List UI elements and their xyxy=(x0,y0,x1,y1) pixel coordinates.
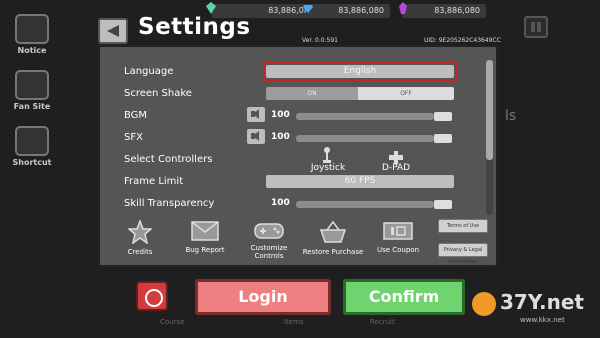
blue-diamond-icon xyxy=(303,5,313,13)
frame-limit-select[interactable]: 60 FPS xyxy=(266,175,454,188)
fansite-icon xyxy=(15,70,49,100)
credits-button[interactable]: Credits xyxy=(120,218,160,256)
terms-of-use-button[interactable]: Terms of Use xyxy=(438,219,488,233)
screen-shake-on-toggle[interactable]: ON xyxy=(266,87,358,100)
notice-label: Notice xyxy=(17,46,47,55)
fansite-label: Fan Site xyxy=(13,102,51,111)
sfx-value: 100 xyxy=(271,132,290,142)
bgm-label: BGM xyxy=(124,110,148,121)
version-label: Ver. 0.0.591 xyxy=(302,37,338,44)
bgm-slider-knob[interactable] xyxy=(434,112,452,121)
chat-icon xyxy=(15,126,49,156)
watermark-logo-icon xyxy=(472,292,496,316)
currency-blue-value: 83,886,080 xyxy=(338,6,384,15)
uid-label: UID: 9E205262C43649CC xyxy=(424,37,501,44)
shortcut-label: Shortcut xyxy=(12,158,52,167)
language-label: Language xyxy=(124,66,174,77)
pause-icon xyxy=(524,16,548,38)
gamepad-icon xyxy=(254,223,284,239)
bgm-speaker-icon[interactable] xyxy=(247,107,265,122)
shortcut-shortcut: Shortcut xyxy=(8,126,56,167)
sfx-speaker-icon[interactable] xyxy=(247,129,265,144)
back-button[interactable] xyxy=(98,18,128,44)
screen-shake-label: Screen Shake xyxy=(124,88,192,99)
background-text: ls xyxy=(505,108,517,124)
use-coupon-button[interactable]: Use Coupon xyxy=(372,220,424,254)
skill-transparency-label: Skill Transparency xyxy=(124,198,215,209)
background-tab-course: Course xyxy=(160,318,185,326)
green-gem-icon xyxy=(206,2,216,14)
currency-purple: 83,886,080 xyxy=(402,4,486,18)
sfx-slider[interactable] xyxy=(296,135,434,142)
page-title: Settings xyxy=(138,14,251,40)
bgm-value: 100 xyxy=(271,110,290,120)
star-icon xyxy=(126,218,154,245)
dpad-option[interactable]: D-PAD xyxy=(374,163,418,173)
skill-transparency-knob[interactable] xyxy=(434,200,452,209)
bgm-slider[interactable] xyxy=(296,113,434,120)
skill-transparency-value: 100 xyxy=(271,198,290,208)
confirm-button[interactable]: Confirm xyxy=(343,279,465,315)
power-button[interactable] xyxy=(136,281,168,311)
restore-purchase-label: Restore Purchase xyxy=(302,248,364,256)
skill-transparency-slider[interactable] xyxy=(296,201,434,208)
coupon-icon xyxy=(383,222,413,240)
bug-report-button[interactable]: Bug Report xyxy=(180,220,230,254)
sfx-label: SFX xyxy=(124,132,143,143)
scrollbar-thumb[interactable] xyxy=(486,60,493,160)
use-coupon-label: Use Coupon xyxy=(376,246,420,254)
envelope-icon xyxy=(191,221,219,241)
purple-crystal-icon xyxy=(399,2,407,14)
joystick-option[interactable]: Joystick xyxy=(306,163,350,173)
bug-report-label: Bug Report xyxy=(185,246,225,254)
frame-limit-label: Frame Limit xyxy=(124,176,184,187)
privacy-button[interactable]: Privacy & Legal Information xyxy=(438,243,488,265)
select-controllers-label: Select Controllers xyxy=(124,154,213,165)
currency-purple-value: 83,886,080 xyxy=(434,6,480,15)
screen-shake-off-toggle[interactable]: OFF xyxy=(358,87,454,100)
watermark-subtext: www.kkx.net xyxy=(520,316,565,324)
joystick-icon[interactable] xyxy=(322,147,332,163)
login-button[interactable]: Login xyxy=(195,279,331,315)
sfx-slider-knob[interactable] xyxy=(434,134,452,143)
currency-blue: 83,886,080 xyxy=(306,4,390,18)
basket-icon xyxy=(319,220,347,243)
customize-controls-label: Customize Controls xyxy=(250,244,288,260)
notice-icon xyxy=(15,14,49,44)
notice-shortcut: Notice xyxy=(8,14,56,55)
credits-label: Credits xyxy=(127,248,153,256)
customize-controls-button[interactable]: Customize Controls xyxy=(244,222,294,260)
language-select-highlight xyxy=(263,61,458,82)
watermark-text: 37Y.net xyxy=(500,290,584,314)
restore-purchase-button[interactable]: Restore Purchase xyxy=(300,220,366,256)
fansite-shortcut: Fan Site xyxy=(8,70,56,111)
background-tab-recruit: Recruit xyxy=(370,318,395,326)
background-tab-items: Items xyxy=(284,318,304,326)
